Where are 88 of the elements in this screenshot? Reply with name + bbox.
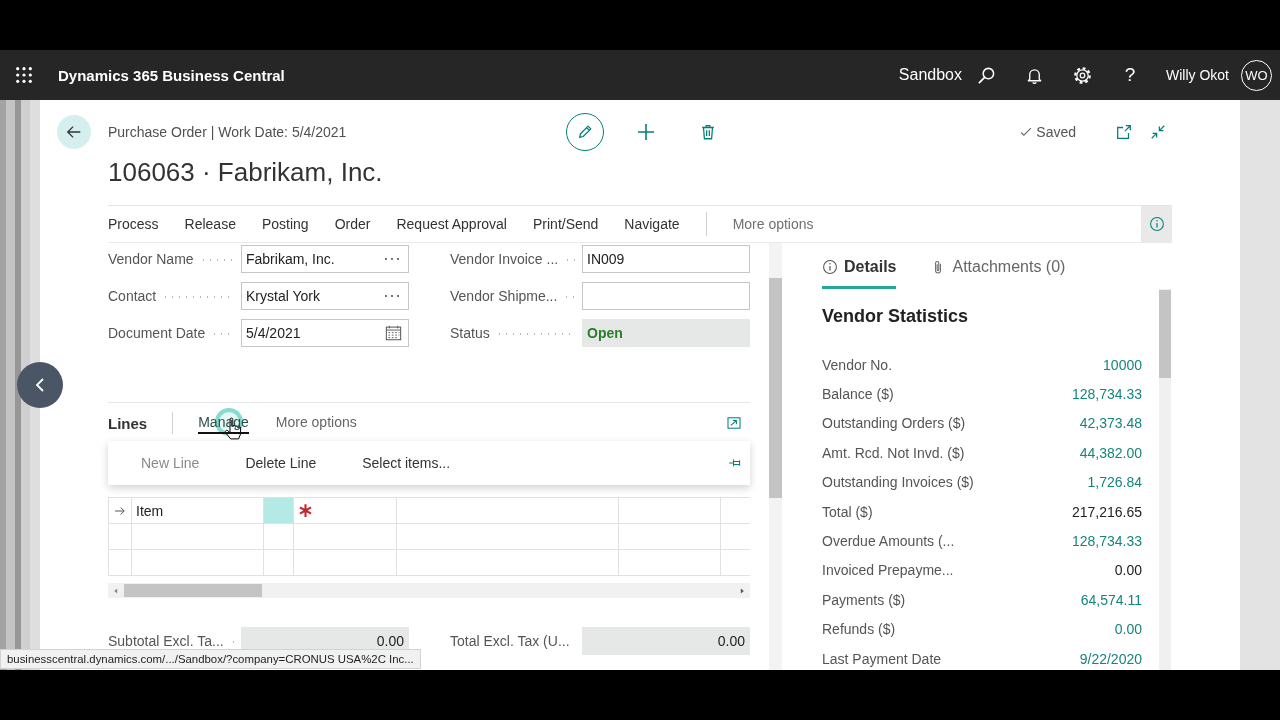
stat-value-link[interactable]: 0.00 [1114, 621, 1142, 638]
required-icon [298, 503, 313, 518]
page-title: 106063 · Fabrikam, Inc. [108, 156, 384, 189]
calendar-icon[interactable] [385, 325, 402, 341]
stat-value-link[interactable]: 128,734.33 [1071, 386, 1142, 403]
stat-label: Outstanding Orders ($) [822, 415, 966, 432]
stat-value-link[interactable]: 1,726.84 [1087, 474, 1142, 491]
menu-item[interactable]: Select items... [362, 448, 451, 478]
vertical-scrollbar[interactable] [1159, 289, 1171, 670]
field-label: Contact [108, 288, 157, 304]
factbox-tab[interactable]: Attachments (0) [930, 243, 1066, 289]
stat-value-link[interactable]: 128,734.33 [1071, 533, 1142, 550]
stat-label: Overdue Amounts (... [822, 533, 955, 550]
trash-icon [699, 123, 717, 141]
stat-value-link[interactable]: 42,373.48 [1079, 415, 1142, 432]
field-label: Vendor Name [108, 251, 194, 267]
plus-icon [636, 122, 656, 142]
check-icon [1019, 125, 1034, 139]
stat-label: Payments ($) [822, 591, 906, 608]
input-field[interactable] [582, 282, 750, 310]
section-title: Lines [108, 414, 148, 432]
stat-label: Refunds ($) [822, 621, 896, 638]
stat-value-link[interactable]: 64,574.11 [1080, 591, 1142, 608]
stat-label: Vendor No. [822, 356, 893, 373]
factbox-tab[interactable]: Details [822, 243, 897, 289]
action-button[interactable]: Process [108, 206, 159, 242]
status-field: Open [582, 319, 750, 347]
scrollbar-thumb[interactable] [1159, 290, 1171, 378]
input-field[interactable]: IN009 [582, 245, 750, 273]
app-launcher-icon [15, 66, 33, 84]
stat-label: Invoiced Prepayme... [822, 562, 954, 579]
input-field[interactable]: Fabrikam, Inc. [241, 245, 409, 273]
ellipsis-icon[interactable] [384, 257, 400, 261]
vertical-scrollbar[interactable] [769, 243, 782, 670]
action-button[interactable]: Order [334, 206, 371, 242]
back-button[interactable] [57, 115, 91, 149]
stat-value: 217,216.65 [1071, 503, 1142, 520]
menu-item[interactable]: Delete Line [245, 448, 317, 478]
field-label: Total Excl. Tax (U... [450, 633, 570, 649]
total-field: 0.00 [582, 627, 750, 655]
info-icon [1148, 216, 1165, 232]
horizontal-scrollbar[interactable] [108, 583, 750, 598]
action-button[interactable]: Request Approval [396, 206, 507, 242]
settings-icon [1072, 65, 1092, 85]
stat-value-link[interactable]: 9/22/2020 [1079, 650, 1142, 667]
pencil-icon [576, 123, 594, 141]
scroll-left-icon[interactable] [113, 586, 119, 595]
input-field[interactable]: Krystal York [241, 282, 409, 310]
save-status: Saved [1036, 124, 1076, 140]
field-label: Vendor Invoice ... [450, 251, 559, 267]
scrollbar-thumb[interactable] [124, 584, 262, 597]
app-title: Dynamics 365 Business Central [58, 66, 285, 84]
info-icon [822, 259, 838, 275]
stat-label: Last Payment Date [822, 650, 942, 667]
help-button[interactable]: ? [1106, 50, 1154, 100]
action-button[interactable]: Print/Send [533, 206, 599, 242]
section-heading: Vendor Statistics [822, 305, 970, 328]
input-field[interactable]: 5/4/2021 [241, 319, 409, 347]
scroll-right-icon[interactable] [739, 586, 745, 595]
action-button[interactable]: Release [184, 206, 236, 242]
open-window-icon [1115, 123, 1133, 141]
action-button[interactable]: Navigate [624, 206, 680, 242]
action-button[interactable]: Posting [261, 206, 309, 242]
environment-name: Sandbox [898, 66, 962, 84]
lines-tab[interactable]: More options [275, 412, 357, 434]
field-label: Document Date [108, 325, 206, 341]
page-breadcrumb: Purchase Order | Work Date: 5/4/2021 [108, 124, 348, 140]
collapse-icon [1149, 123, 1167, 141]
stat-label: Amt. Rcd. Not Invd. ($) [822, 444, 965, 461]
link-preview-tooltip: businesscentral.dynamics.com/.../Sandbox/?company=CRONUS USA%2C Inc... [0, 649, 421, 669]
stat-label: Total ($) [822, 503, 873, 520]
stat-value-link[interactable]: 44,382.00 [1079, 444, 1142, 461]
field-label: Subtotal Excl. Ta... [108, 633, 224, 649]
stat-value: 0.00 [1114, 562, 1142, 579]
back-arrow-icon [65, 123, 83, 141]
stat-label: Outstanding Invoices ($) [822, 474, 974, 491]
search-icon [976, 65, 996, 85]
more-options-button[interactable]: More options [732, 206, 814, 242]
stat-value-link[interactable]: 10000 [1103, 356, 1142, 373]
stat-label: Balance ($) [822, 386, 894, 403]
field-label: Status [450, 325, 490, 341]
scrollbar-thumb[interactable] [769, 278, 782, 498]
table-cell[interactable] [264, 498, 294, 523]
user-name: Willy Okot [1166, 67, 1229, 83]
factbox-toggle-button[interactable] [1141, 206, 1172, 242]
expand-icon[interactable] [726, 415, 742, 431]
field-label: Vendor Shipme... [450, 288, 558, 304]
ellipsis-icon[interactable] [384, 294, 400, 298]
